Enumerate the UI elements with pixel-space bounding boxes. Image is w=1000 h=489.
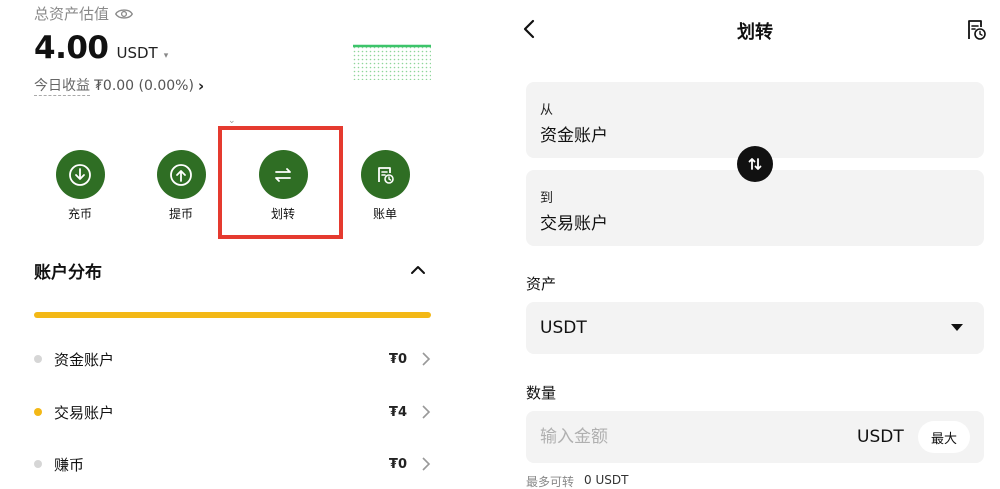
account-dot [34,355,42,363]
chevron-right-icon [422,457,431,471]
account-row-earn[interactable]: 赚币 ₮0 [34,452,431,476]
total-asset-label: 总资产估值 [34,3,134,24]
total-amount: 4.00 USDT ▾ [34,30,168,66]
chevron-down-icon[interactable]: ▾ [164,51,169,61]
currency-selector[interactable]: USDT [117,44,158,62]
amount-unit: USDT [857,427,904,447]
deposit-icon [69,163,91,186]
chevron-right-icon [422,352,431,366]
bill-button[interactable]: 账单 [355,150,415,222]
today-earnings[interactable]: 今日收益 ₮0.00 (0.00%) › [34,75,204,96]
account-row-funding[interactable]: 资金账户 ₮0 [34,347,431,371]
deposit-button[interactable]: 充币 [50,150,110,222]
account-row-trading[interactable]: 交易账户 ₮4 [34,400,431,424]
page-title: 划转 [737,22,773,43]
swap-icon [748,158,762,170]
distribution-bar [34,312,431,318]
withdraw-button[interactable]: 提币 [151,150,211,222]
eye-icon[interactable] [115,7,134,21]
transfer-panel: 划转 从 资金账户 到 交易账户 资产 USDT 数量 USDT 最大 最多可转… [500,0,1000,489]
swap-button[interactable] [737,146,773,182]
quantity-field: USDT 最大 [526,411,984,463]
bill-icon [378,166,394,184]
account-dot [34,408,42,416]
quantity-label: 数量 [526,384,557,402]
chevron-up-icon[interactable] [410,262,426,278]
chevron-right-icon [422,405,431,419]
account-dot [34,460,42,468]
max-button[interactable]: 最大 [918,421,970,453]
caret-down-icon [951,324,963,331]
highlight-box [218,126,343,239]
asset-select[interactable]: USDT [526,302,984,354]
asset-label: 资产 [526,275,557,293]
amount-input[interactable] [540,424,840,450]
available-amount: 最多可转 0 USDT [526,473,629,489]
chevron-down-icon: ⌄ [228,116,236,126]
asset-overview-panel: 总资产估值 4.00 USDT ▾ 今日收益 ₮0.00 (0.00%) › ⌄ [0,0,465,489]
amount-value: 4.00 [34,30,109,66]
distribution-title: 账户分布 [34,263,102,283]
history-icon[interactable] [964,18,988,42]
withdraw-icon [170,163,192,186]
chevron-right-icon: › [197,76,205,95]
sparkline-chart [353,44,431,80]
